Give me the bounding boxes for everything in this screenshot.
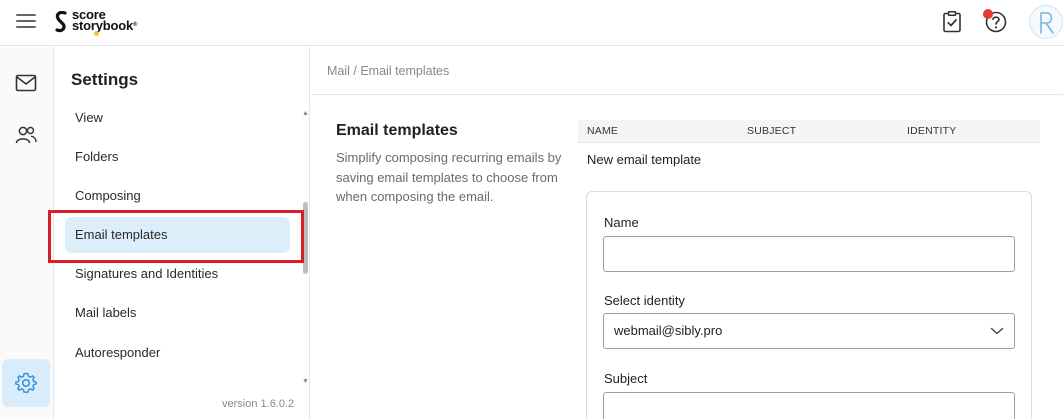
identity-label: Select identity [604, 293, 685, 308]
rail-settings-button[interactable] [2, 359, 50, 407]
settings-item-mail-labels[interactable]: Mail labels [65, 295, 290, 331]
logo-accent-dot [94, 31, 99, 36]
top-bar: score storybook® [0, 0, 1063, 46]
name-label: Name [604, 215, 639, 230]
annotation-highlight-box [48, 210, 304, 263]
column-header-subject[interactable]: SUBJECT [747, 125, 796, 137]
logo-text: score storybook® [72, 7, 138, 33]
settings-item-autoresponder[interactable]: Autoresponder [65, 335, 290, 371]
column-header-name[interactable]: NAME [587, 125, 618, 137]
templates-table-header: NAME SUBJECT IDENTITY [578, 120, 1040, 143]
section-description: Simplify composing recurring emails by s… [336, 150, 562, 204]
settings-item-folders[interactable]: Folders [65, 139, 290, 175]
logo-mark-icon [55, 11, 67, 33]
app-logo[interactable]: score storybook® [54, 7, 154, 37]
chevron-down-icon [990, 327, 1004, 335]
clipboard-check-icon[interactable] [940, 10, 964, 34]
section-title: Email templates [336, 122, 458, 139]
avatar-initial-icon [1040, 12, 1054, 34]
mail-icon [15, 74, 37, 92]
settings-item-view[interactable]: View [65, 100, 290, 136]
hamburger-icon[interactable] [16, 14, 36, 30]
subject-label: Subject [604, 371, 648, 386]
notification-dot [983, 9, 993, 19]
template-form: Name Select identity webmail@sibly.pro S… [586, 191, 1032, 419]
icon-rail [0, 47, 54, 419]
identity-select-value: webmail@sibly.pro [614, 323, 723, 338]
app-version: version 1.6.0.2 [222, 398, 295, 410]
identity-select[interactable]: webmail@sibly.pro [603, 313, 1015, 349]
gear-icon [15, 372, 37, 393]
breadcrumb-bar: Mail / Email templates [311, 47, 1063, 95]
settings-title: Settings [71, 70, 139, 89]
avatar[interactable] [1029, 5, 1063, 39]
contacts-icon [15, 126, 37, 144]
subject-input[interactable] [603, 392, 1015, 419]
name-input[interactable] [603, 236, 1015, 272]
rail-contacts-button[interactable] [2, 111, 50, 159]
scroll-down-icon[interactable]: ▼ [302, 378, 309, 385]
breadcrumb: Mail / Email templates [327, 64, 450, 78]
rail-mail-button[interactable] [2, 59, 50, 107]
scroll-up-icon[interactable]: ▲ [302, 110, 309, 117]
new-template-row[interactable]: New email template [587, 152, 701, 167]
column-header-identity[interactable]: IDENTITY [907, 125, 956, 137]
settings-item-composing[interactable]: Composing [65, 178, 290, 214]
